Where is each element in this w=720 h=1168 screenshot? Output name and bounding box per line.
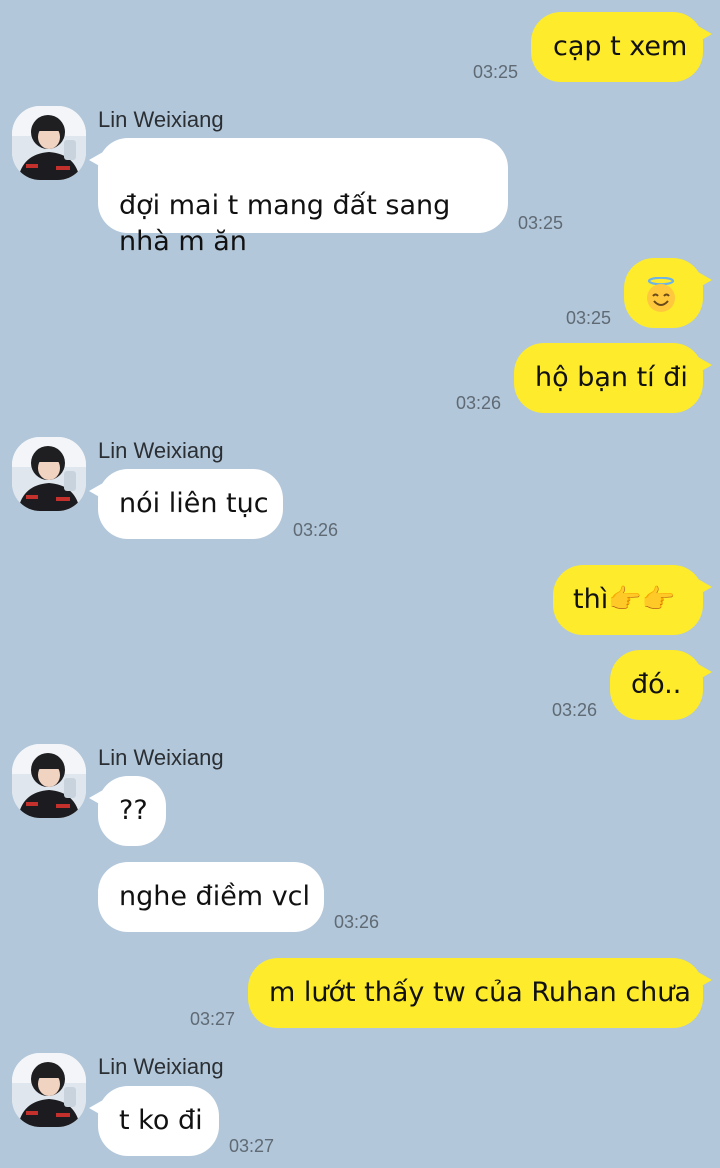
bubble-tail [698,272,712,288]
avatar-photo [12,744,86,818]
avatar-photo [12,106,86,180]
my-message-bubble[interactable]: m lướt thấy tw của Ruhan chưa [248,958,712,1028]
message-timestamp: 03:25 [518,213,564,233]
contact-avatar[interactable] [12,1053,86,1127]
message-text: t ko đi [119,1105,203,1136]
message-text: ?? [119,795,148,826]
contact-message-bubble[interactable]: nghe điềm vcl [98,862,324,932]
message-timestamp: 03:26 [334,912,380,932]
message-text: cạp t xem [553,31,688,62]
contact-message-bubble[interactable]: ?? [89,776,166,846]
bubble-tail [698,972,712,988]
message-text: đợi mai t mang đất sang nhà m ăn [119,190,451,257]
my-message-bubble[interactable] [624,258,712,328]
message-text: nói liên tục [119,488,269,519]
contact-message-bubble[interactable]: đợi mai t mang đất sang nhà m ăn [89,138,508,257]
bubble-tail [698,579,712,595]
sender-name: Lin Weixiang [98,1054,224,1079]
message-text: hộ bạn tí đi [535,362,688,393]
contact-avatar[interactable] [12,437,86,511]
bubble-tail [698,357,712,373]
message-timestamp: 03:27 [190,1009,236,1029]
my-message-bubble[interactable]: cạp t xem [531,12,712,82]
message-timestamp: 03:25 [566,308,612,328]
message-text: m lướt thấy tw của Ruhan chưa [269,977,691,1008]
contact-avatar[interactable] [12,106,86,180]
contact-message-bubble[interactable]: nói liên tục [89,469,283,539]
message-timestamp: 03:27 [229,1136,275,1156]
sender-name: Lin Weixiang [98,438,224,463]
bubble-tail [698,664,712,680]
contact-avatar[interactable] [12,744,86,818]
chat-view[interactable]: cạp t xem 03:25 Lin Weixiang đợi mai t m… [0,0,720,1168]
my-message-bubble[interactable]: hộ bạn tí đi [514,343,712,413]
message-text: nghe điềm vcl [119,881,311,912]
avatar-photo [12,1053,86,1127]
message-timestamp: 03:25 [473,62,519,82]
bubble-tail [698,26,712,42]
bubble-tail [89,152,103,168]
message-timestamp: 03:26 [456,393,502,413]
message-text: thì👉👉 [573,584,676,615]
smiling-face-with-halo-icon [644,276,678,312]
message-timestamp: 03:26 [293,520,339,540]
contact-message-bubble[interactable]: t ko đi [89,1086,219,1156]
bubble-tail [89,483,103,499]
bubble-tail [89,790,103,806]
message-timestamp: 03:26 [552,700,598,720]
sender-name: Lin Weixiang [98,745,224,770]
bubble-tail [89,1100,103,1116]
sender-name: Lin Weixiang [98,107,224,132]
message-text: đó.. [631,669,682,700]
avatar-photo [12,437,86,511]
my-message-bubble[interactable]: đó.. [610,650,712,720]
my-message-bubble[interactable]: thì👉👉 [553,565,712,635]
